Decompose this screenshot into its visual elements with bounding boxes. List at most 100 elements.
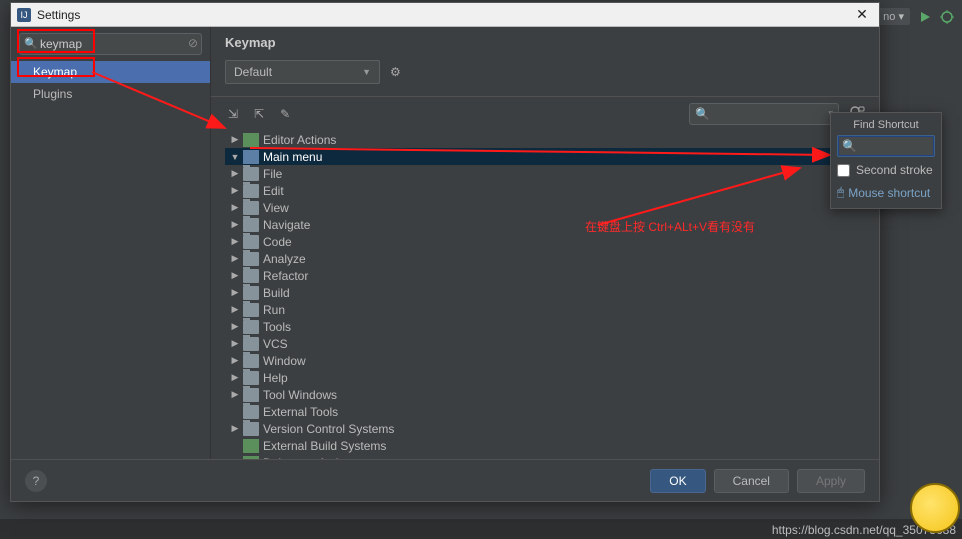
search-icon: 🔍 [24, 37, 38, 50]
settings-dialog: IJ Settings ✕ 🔍 ⊘ Keymap Plugins Keymap … [10, 2, 880, 502]
titlebar: IJ Settings ✕ [11, 3, 879, 27]
expand-toggle-icon[interactable]: ▶ [229, 287, 241, 298]
window-title: Settings [37, 8, 851, 22]
tree-node-label: File [263, 167, 282, 181]
tree-node[interactable]: ▶ Edit [225, 182, 865, 199]
close-button[interactable]: ✕ [851, 6, 873, 23]
tree-node[interactable]: ▼ Main menu [225, 148, 865, 165]
folder-icon [243, 320, 259, 334]
ok-button[interactable]: OK [650, 469, 705, 493]
tree-node-label: Analyze [263, 252, 306, 266]
mouse-icon: 🖱 [837, 185, 844, 200]
run-icon[interactable] [918, 10, 932, 24]
chevron-down-icon: ▼ [362, 67, 371, 77]
tree-node-label: Refactor [263, 269, 308, 283]
tree-node[interactable]: ▶ Tools [225, 318, 865, 335]
folder-icon [243, 150, 259, 164]
expand-all-icon[interactable]: ⇲ [225, 104, 241, 124]
apply-button[interactable]: Apply [797, 469, 865, 493]
second-stroke-checkbox[interactable]: Second stroke [837, 163, 935, 177]
clear-search-icon[interactable]: ⊘ [188, 36, 198, 50]
folder-icon [243, 422, 259, 436]
folder-icon [243, 184, 259, 198]
tree-node-label: Edit [263, 184, 284, 198]
tree-node-label: Tool Windows [263, 388, 337, 402]
tree-node[interactable]: ▶ Editor Actions [225, 131, 865, 148]
expand-toggle-icon[interactable]: ▶ [229, 219, 241, 230]
expand-toggle-icon[interactable]: ▶ [229, 134, 241, 145]
tree-node[interactable]: ▶ Analyze [225, 250, 865, 267]
folder-icon [243, 235, 259, 249]
collapse-all-icon[interactable]: ⇱ [251, 104, 267, 124]
folder-icon [243, 133, 259, 147]
tree-node-label: Navigate [263, 218, 310, 232]
run-config-selector[interactable]: no ▾ [877, 8, 910, 25]
tree-node[interactable]: ▶Code [225, 233, 865, 250]
tree-node[interactable]: ▶ View [225, 199, 865, 216]
folder-icon [243, 354, 259, 368]
expand-toggle-icon[interactable]: ▶ [229, 270, 241, 281]
tree-node-label: Build [263, 286, 290, 300]
expand-toggle-icon[interactable]: ▶ [229, 168, 241, 179]
tree-node[interactable]: ▶ Tool Windows [225, 386, 865, 403]
tree-node[interactable]: ▶ Build [225, 284, 865, 301]
tree-node[interactable]: External Tools [225, 403, 865, 420]
tree-node-label: Main menu [263, 150, 322, 164]
expand-toggle-icon[interactable] [229, 407, 241, 417]
expand-toggle-icon[interactable] [229, 441, 241, 451]
tree-node[interactable]: External Build Systems [225, 437, 865, 454]
expand-toggle-icon[interactable]: ▶ [229, 321, 241, 332]
expand-toggle-icon[interactable]: ▶ [229, 253, 241, 264]
settings-main: Keymap Default ▼ ⚙ ⇲ ⇱ ✎ 🔍 ▾ [211, 27, 879, 459]
dropdown-value: Default [234, 65, 272, 79]
gear-icon[interactable]: ⚙ [390, 65, 401, 79]
tree-node[interactable]: ▶ VCS [225, 335, 865, 352]
folder-icon [243, 405, 259, 419]
cancel-button[interactable]: Cancel [714, 469, 789, 493]
settings-search-input[interactable] [19, 33, 202, 55]
expand-toggle-icon[interactable]: ▶ [229, 304, 241, 315]
mouse-shortcut-link[interactable]: 🖱 Mouse shortcut [837, 185, 935, 200]
expand-toggle-icon[interactable]: ▼ [229, 152, 241, 162]
tree-node-label: View [263, 201, 289, 215]
keymap-tree[interactable]: ▶ Editor Actions ▼ Main menu ▶ File ▶ Edit ▶ View… [225, 131, 865, 459]
tree-node-label: Tools [263, 320, 291, 334]
annotation-text: 在键盘上按 Ctrl+ALt+V看有没有 [585, 218, 755, 235]
edit-icon[interactable]: ✎ [277, 104, 293, 124]
folder-icon [243, 303, 259, 317]
expand-toggle-icon[interactable]: ▶ [229, 185, 241, 196]
expand-toggle-icon[interactable]: ▶ [229, 389, 241, 400]
tree-node[interactable]: ▶Version Control Systems [225, 420, 865, 437]
expand-toggle-icon[interactable]: ▶ [229, 355, 241, 366]
tree-node[interactable]: ▶ Navigate [225, 216, 865, 233]
shortcut-input[interactable]: 🔍 [837, 135, 935, 157]
tree-node[interactable]: ▶ Run [225, 301, 865, 318]
expand-toggle-icon[interactable]: ▶ [229, 202, 241, 213]
second-stroke-checkbox-input[interactable] [837, 164, 850, 177]
ide-toolbar: no ▾ [877, 8, 954, 25]
tree-node-label: External Tools [263, 405, 338, 419]
sidebar-item-plugins[interactable]: Plugins [11, 83, 210, 105]
action-search-input[interactable]: 🔍 ▾ [689, 103, 839, 125]
folder-icon [243, 388, 259, 402]
checkbox-label: Second stroke [856, 163, 933, 177]
expand-toggle-icon[interactable]: ▶ [229, 338, 241, 349]
expand-toggle-icon[interactable]: ▶ [229, 423, 241, 434]
expand-toggle-icon[interactable]: ▶ [229, 236, 241, 247]
debug-icon[interactable] [940, 10, 954, 24]
tree-node[interactable]: ▶ File [225, 165, 865, 182]
popup-title: Find Shortcut [837, 119, 935, 135]
sidebar-item-keymap[interactable]: Keymap [11, 61, 210, 83]
expand-toggle-icon[interactable]: ▶ [229, 372, 241, 383]
tree-node[interactable]: ▶Help [225, 369, 865, 386]
tree-node[interactable]: ▶ Refactor [225, 267, 865, 284]
tree-node-label: VCS [263, 337, 288, 351]
dialog-footer: ? OK Cancel Apply [11, 459, 879, 501]
tree-node-label: Run [263, 303, 285, 317]
search-icon: 🔍 [842, 139, 857, 153]
tree-node-label: Editor Actions [263, 133, 336, 147]
keymap-scheme-dropdown[interactable]: Default ▼ [225, 60, 380, 84]
help-button[interactable]: ? [25, 470, 47, 492]
tree-node[interactable]: ▶Window [225, 352, 865, 369]
keymap-toolbar: ⇲ ⇱ ✎ 🔍 ▾ [225, 103, 865, 131]
